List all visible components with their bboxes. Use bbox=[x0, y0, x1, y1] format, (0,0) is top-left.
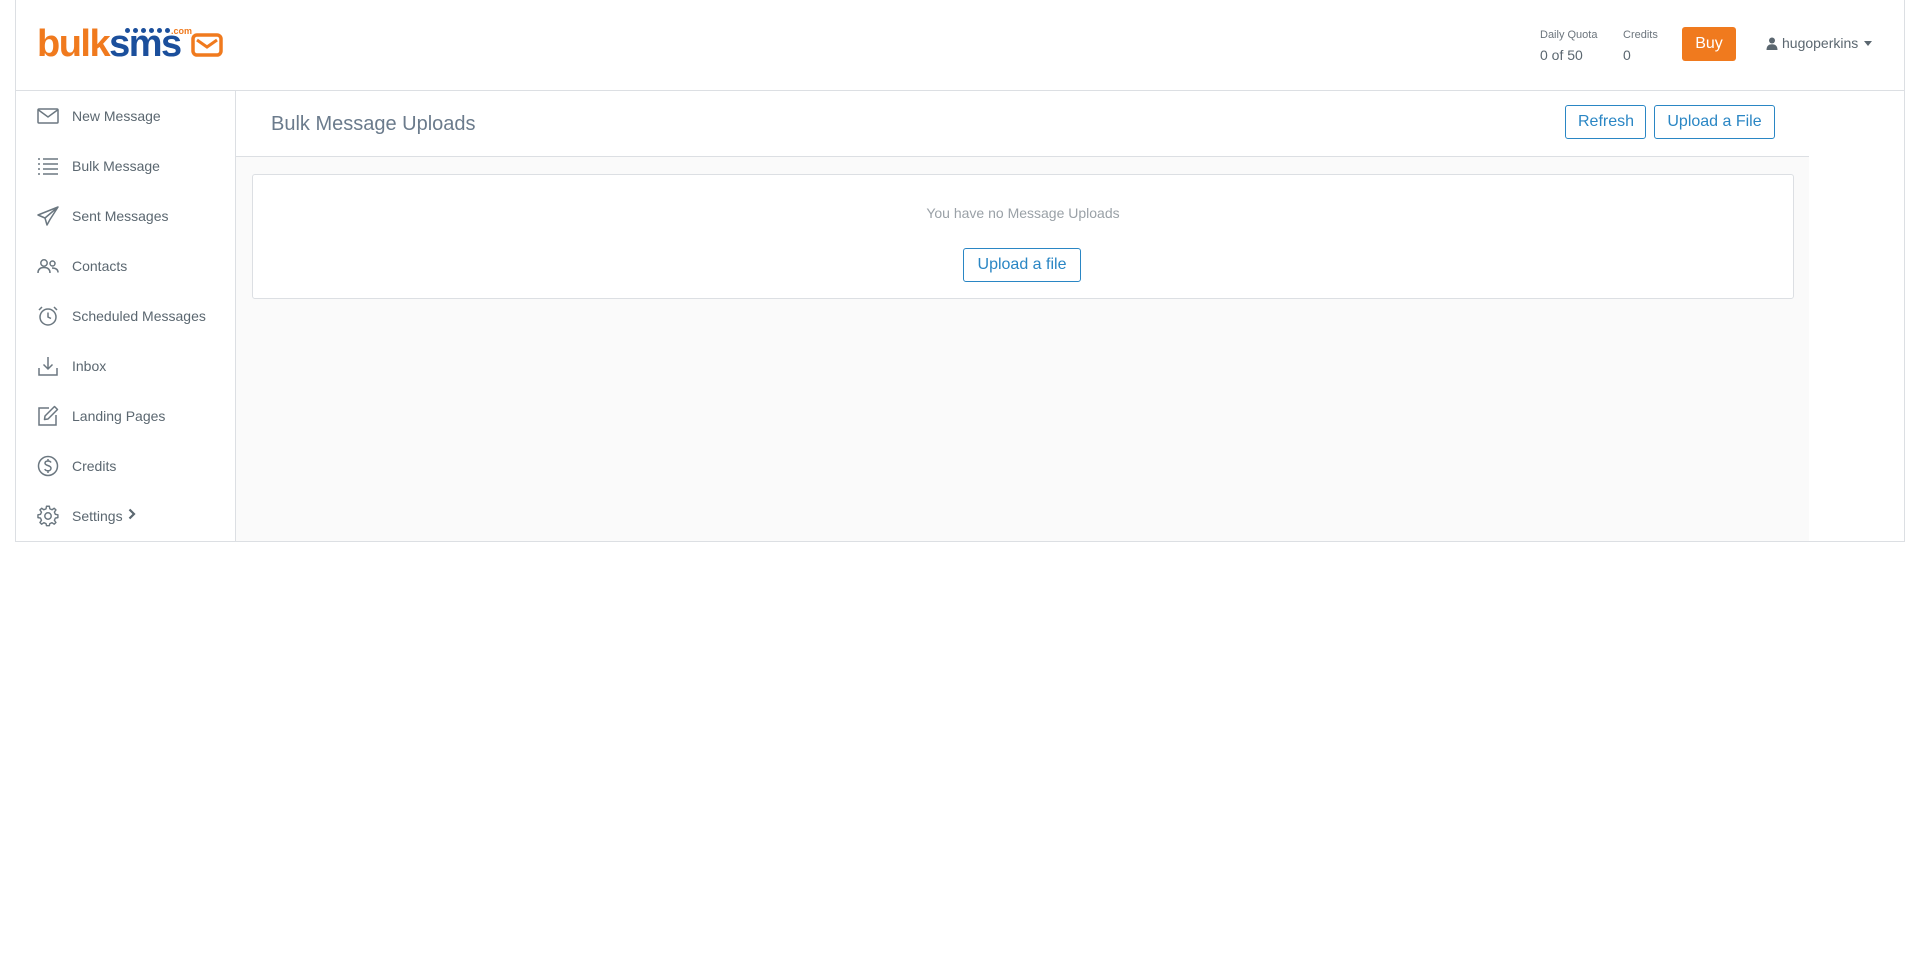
dollar-circle-icon bbox=[36, 454, 60, 478]
sidebar-item-label: Bulk Message bbox=[72, 158, 160, 174]
paper-plane-icon bbox=[36, 204, 60, 228]
sidebar-item-label: Credits bbox=[72, 458, 117, 474]
envelope-icon bbox=[36, 104, 60, 128]
credits-balance: Credits 0 bbox=[1623, 28, 1658, 63]
credits-value: 0 bbox=[1623, 47, 1631, 63]
uploads-empty-card: You have no Message Uploads Upload a fil… bbox=[252, 174, 1794, 299]
daily-quota: Daily Quota 0 of 50 bbox=[1540, 28, 1597, 63]
top-header: bulksms .com Daily Quota 0 of 50 Credits… bbox=[16, 0, 1904, 91]
alarm-clock-icon bbox=[36, 304, 60, 328]
sidebar-item-label: Scheduled Messages bbox=[72, 308, 206, 324]
logo-bulk-text: bulk bbox=[37, 23, 111, 65]
user-menu-dropdown[interactable]: hugoperkins bbox=[1766, 35, 1873, 51]
user-icon bbox=[1766, 37, 1778, 50]
sidebar-item-credits[interactable]: Credits bbox=[16, 441, 235, 491]
daily-quota-value: 0 of 50 bbox=[1540, 47, 1583, 63]
gear-icon bbox=[36, 504, 60, 528]
users-icon bbox=[36, 254, 60, 278]
main-content: Bulk Message Uploads Refresh Upload a Fi… bbox=[236, 91, 1809, 541]
sidebar-item-new-message[interactable]: New Message bbox=[16, 91, 235, 141]
caret-down-icon bbox=[1864, 40, 1873, 46]
sidebar-item-settings[interactable]: Settings bbox=[16, 491, 235, 541]
credits-label: Credits bbox=[1623, 29, 1658, 41]
app-frame: bulksms .com Daily Quota 0 of 50 Credits… bbox=[15, 0, 1905, 542]
logo-com-text: .com bbox=[171, 26, 193, 36]
page-header: Bulk Message Uploads Refresh Upload a Fi… bbox=[236, 91, 1809, 157]
username-label: hugoperkins bbox=[1782, 35, 1859, 51]
bulksms-logo[interactable]: bulksms .com bbox=[37, 23, 227, 65]
sidebar-nav: New Message Bulk Message Sent Messages C… bbox=[16, 91, 236, 541]
sidebar-item-label: New Message bbox=[72, 108, 161, 124]
sidebar-item-bulk-message[interactable]: Bulk Message bbox=[16, 141, 235, 191]
sidebar-item-label: Landing Pages bbox=[72, 408, 166, 424]
sidebar-item-label: Settings bbox=[72, 508, 123, 524]
sidebar-item-contacts[interactable]: Contacts bbox=[16, 241, 235, 291]
upload-file-button[interactable]: Upload a File bbox=[1654, 105, 1775, 139]
edit-square-icon bbox=[36, 404, 60, 428]
sidebar-item-label: Contacts bbox=[72, 258, 128, 274]
sidebar-item-sent-messages[interactable]: Sent Messages bbox=[16, 191, 235, 241]
sidebar-item-inbox[interactable]: Inbox bbox=[16, 341, 235, 391]
chevron-right-icon bbox=[128, 508, 136, 520]
daily-quota-label: Daily Quota bbox=[1540, 29, 1598, 41]
refresh-button[interactable]: Refresh bbox=[1565, 105, 1646, 139]
empty-state-message: You have no Message Uploads bbox=[926, 205, 1120, 221]
buy-button[interactable]: Buy bbox=[1682, 27, 1736, 61]
logo-dots bbox=[125, 28, 170, 33]
empty-upload-file-button[interactable]: Upload a file bbox=[963, 248, 1081, 282]
sidebar-item-label: Sent Messages bbox=[72, 208, 169, 224]
sidebar-item-landing-pages[interactable]: Landing Pages bbox=[16, 391, 235, 441]
sidebar-item-label: Inbox bbox=[72, 358, 107, 374]
page-title: Bulk Message Uploads bbox=[271, 113, 476, 135]
list-icon bbox=[36, 154, 60, 178]
logo-envelope-icon bbox=[191, 33, 223, 57]
sidebar-item-scheduled-messages[interactable]: Scheduled Messages bbox=[16, 291, 235, 341]
inbox-download-icon bbox=[36, 354, 60, 378]
